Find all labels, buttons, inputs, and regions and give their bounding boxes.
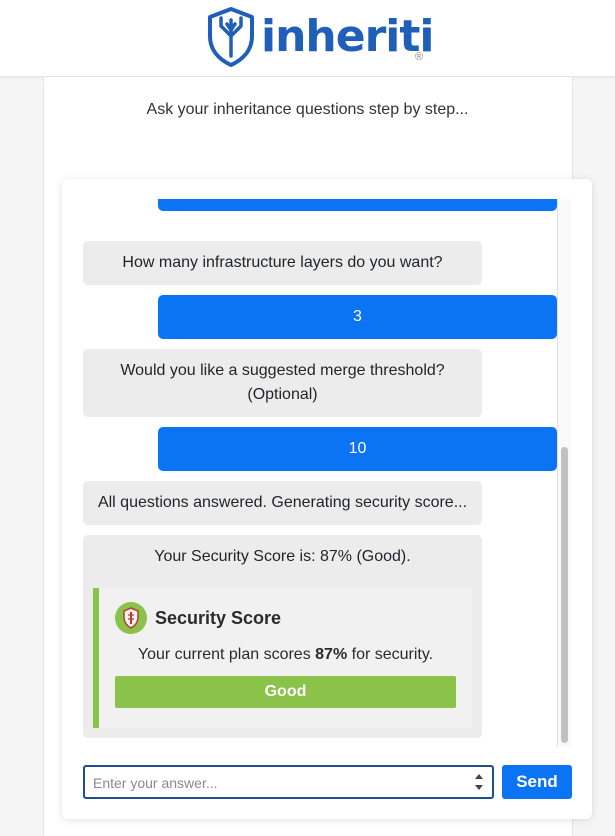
shield-icon	[115, 602, 147, 634]
page-subtitle: Ask your inheritance questions step by s…	[146, 101, 469, 118]
chat-card: How many infrastructure layers do you wa…	[62, 179, 592, 819]
send-button[interactable]: Send	[502, 765, 572, 799]
score-text-suffix: for security.	[347, 646, 434, 663]
chat-window[interactable]: How many infrastructure layers do you wa…	[62, 199, 572, 747]
app-header: inheriti ®	[0, 0, 615, 77]
security-score-card: Security Score Your current plan scores …	[83, 570, 482, 738]
chat-scrollbar[interactable]	[557, 199, 571, 747]
shield-tree-icon	[208, 7, 254, 67]
score-text-prefix: Your current plan scores	[137, 646, 316, 663]
user-message	[158, 199, 557, 211]
answer-field[interactable]	[83, 765, 494, 799]
bot-message: Would you like a suggested merge thresho…	[83, 349, 482, 417]
brand-name: inheriti	[261, 11, 434, 62]
registered-mark: ®	[415, 51, 424, 63]
user-message: 10	[158, 427, 557, 471]
answer-input[interactable]	[93, 773, 453, 793]
security-score-panel: Security Score Your current plan scores …	[93, 588, 472, 728]
number-stepper[interactable]	[474, 774, 484, 790]
score-description: Your current plan scores 87% for securit…	[99, 646, 472, 664]
inheriti-logo[interactable]: inheriti ®	[205, 6, 434, 68]
stepper-up-icon[interactable]	[475, 774, 483, 779]
score-value: 87%	[315, 646, 348, 663]
scrollbar-thumb[interactable]	[561, 447, 568, 743]
score-title: Security Score	[155, 608, 282, 628]
stepper-down-icon[interactable]	[475, 785, 483, 790]
user-message: 3	[158, 295, 557, 339]
score-rating-bar: Good	[115, 676, 456, 708]
bot-message: All questions answered. Generating secur…	[83, 481, 482, 525]
bot-message: How many infrastructure layers do you wa…	[83, 241, 482, 285]
